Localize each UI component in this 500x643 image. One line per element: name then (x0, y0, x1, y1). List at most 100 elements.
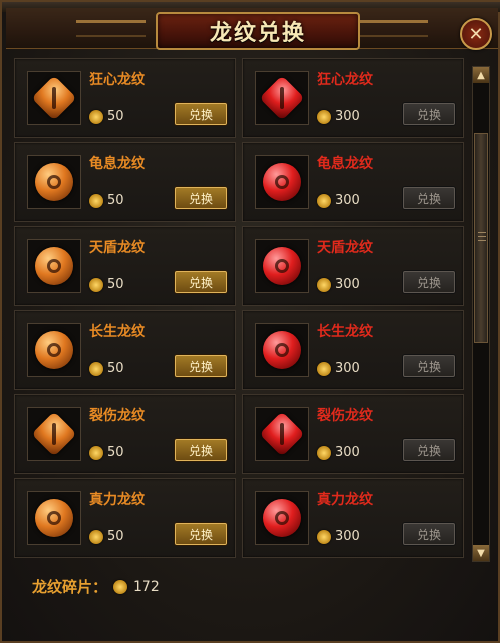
item-name: 天盾龙纹 (89, 240, 145, 256)
item-name: 真力龙纹 (89, 492, 145, 508)
exchange-button[interactable]: 兑换 (175, 187, 227, 209)
item-icon-frame[interactable] (27, 71, 81, 125)
item-icon-frame[interactable] (27, 155, 81, 209)
exchange-button[interactable]: 兑换 (175, 271, 227, 293)
exchange-item: 真力龙纹 300 兑换 (242, 478, 464, 558)
exchange-button[interactable]: 兑换 (403, 523, 455, 545)
item-name: 龟息龙纹 (317, 156, 373, 172)
fragment-currency-icon (89, 445, 103, 460)
item-cost-value: 50 (107, 445, 124, 460)
sword-emblem-icon (259, 75, 305, 121)
exchange-item: 真力龙纹 50 兑换 (14, 478, 236, 558)
fragment-currency-icon (317, 361, 331, 376)
item-cost: 300 (317, 445, 360, 460)
fragment-currency-icon (317, 109, 331, 124)
power-emblem-icon (263, 499, 301, 537)
item-cost-value: 300 (335, 361, 360, 376)
exchange-button[interactable]: 兑换 (403, 103, 455, 125)
item-cost-value: 50 (107, 109, 124, 124)
fragment-currency-icon (89, 193, 103, 208)
fragment-balance: 龙纹碎片： 172 (32, 576, 160, 597)
title-ornament-right (358, 20, 428, 37)
tower-shield-emblem-icon (263, 247, 301, 285)
exchange-item: 天盾龙纹 300 兑换 (242, 226, 464, 306)
title-ornament-left (76, 20, 146, 37)
exchange-button[interactable]: 兑换 (403, 439, 455, 461)
exchange-item: 天盾龙纹 50 兑换 (14, 226, 236, 306)
exchange-item: 裂伤龙纹 300 兑换 (242, 394, 464, 474)
title-bar: 龙纹兑换 ✕ (6, 8, 498, 50)
fragment-currency-icon (89, 109, 103, 124)
item-cost-value: 300 (335, 193, 360, 208)
item-icon-frame[interactable] (27, 491, 81, 545)
item-name: 狂心龙纹 (89, 72, 145, 88)
item-name: 天盾龙纹 (317, 240, 373, 256)
item-cost: 300 (317, 277, 360, 292)
item-name: 狂心龙纹 (317, 72, 373, 88)
exchange-item: 狂心龙纹 300 兑换 (242, 58, 464, 138)
scroll-up-arrow-icon[interactable]: ▲ (473, 67, 489, 83)
item-cost: 300 (317, 109, 360, 124)
item-cost: 50 (89, 109, 124, 124)
shield-emblem-icon (35, 163, 73, 201)
fragment-currency-icon (317, 277, 331, 292)
title-plaque: 龙纹兑换 (156, 12, 360, 50)
close-icon: ✕ (468, 23, 484, 45)
item-name: 龟息龙纹 (89, 156, 145, 172)
item-icon-frame[interactable] (255, 71, 309, 125)
item-name: 裂伤龙纹 (317, 408, 373, 424)
item-icon-frame[interactable] (27, 323, 81, 377)
item-name: 长生龙纹 (89, 324, 145, 340)
exchange-item: 长生龙纹 300 兑换 (242, 310, 464, 390)
item-cost-value: 300 (335, 445, 360, 460)
exchange-button[interactable]: 兑换 (175, 103, 227, 125)
item-icon-frame[interactable] (255, 239, 309, 293)
item-cost-value: 50 (107, 361, 124, 376)
item-cost: 300 (317, 193, 360, 208)
item-cost-value: 300 (335, 529, 360, 544)
scroll-down-arrow-icon[interactable]: ▼ (473, 545, 489, 561)
axe-emblem-icon (31, 411, 77, 457)
item-cost: 300 (317, 529, 360, 544)
sword-emblem-icon (31, 75, 77, 121)
scrollbar[interactable]: ▲ ▼ (472, 66, 490, 562)
item-cost: 50 (89, 445, 124, 460)
item-cost-value: 300 (335, 277, 360, 292)
exchange-button[interactable]: 兑换 (403, 271, 455, 293)
item-cost: 300 (317, 361, 360, 376)
exchange-button[interactable]: 兑换 (175, 355, 227, 377)
item-cost-value: 50 (107, 529, 124, 544)
item-icon-frame[interactable] (27, 407, 81, 461)
fragment-icon (113, 579, 128, 594)
item-icon-frame[interactable] (27, 239, 81, 293)
item-cost: 50 (89, 529, 124, 544)
item-icon-frame[interactable] (255, 407, 309, 461)
exchange-button[interactable]: 兑换 (175, 439, 227, 461)
close-button[interactable]: ✕ (460, 18, 492, 50)
item-icon-frame[interactable] (255, 323, 309, 377)
item-cost-value: 50 (107, 277, 124, 292)
item-name: 长生龙纹 (317, 324, 373, 340)
fragment-currency-icon (89, 361, 103, 376)
fragment-currency-icon (317, 529, 331, 544)
item-icon-frame[interactable] (255, 491, 309, 545)
item-name: 真力龙纹 (317, 492, 373, 508)
axe-emblem-icon (259, 411, 305, 457)
exchange-button[interactable]: 兑换 (175, 523, 227, 545)
fragment-currency-icon (89, 529, 103, 544)
scrollbar-thumb[interactable] (474, 133, 488, 343)
item-cost: 50 (89, 361, 124, 376)
item-cost-value: 50 (107, 193, 124, 208)
exchange-item: 龟息龙纹 50 兑换 (14, 142, 236, 222)
power-emblem-icon (35, 499, 73, 537)
fragment-count: 172 (133, 578, 160, 595)
exchange-button[interactable]: 兑换 (403, 355, 455, 377)
item-cost: 50 (89, 277, 124, 292)
exchange-button[interactable]: 兑换 (403, 187, 455, 209)
fragment-currency-icon (317, 445, 331, 460)
exchange-item: 龟息龙纹 300 兑换 (242, 142, 464, 222)
item-cost-value: 300 (335, 109, 360, 124)
item-icon-frame[interactable] (255, 155, 309, 209)
exchange-item: 裂伤龙纹 50 兑换 (14, 394, 236, 474)
exchange-item-list: 狂心龙纹 50 兑换 狂心龙纹 300 兑换 龟息龙纹 50 兑换 龟息龙纹 300 兑换 天盾龙纹 50… (14, 58, 466, 564)
